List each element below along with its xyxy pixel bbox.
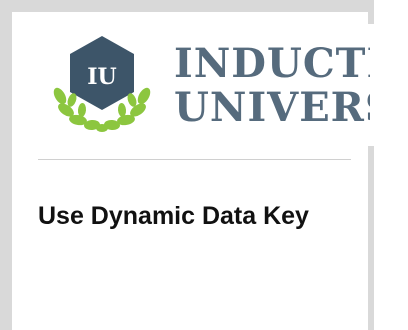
page-title: Use Dynamic Data Key: [38, 202, 309, 230]
frame-border-right-top: [368, 0, 374, 24]
wordmark-line-2: UNIVERSITY: [174, 84, 370, 131]
frame-border-right: [368, 146, 374, 330]
frame-border-top: [0, 0, 374, 12]
frame-border-left: [0, 0, 12, 330]
page-frame: IU INDUCTIVE UNIVERSITY Use Dynamic Data…: [0, 0, 408, 330]
header-divider: [38, 159, 351, 160]
wordmark-line-1: INDUCTIVE: [174, 42, 370, 87]
inductive-university-logo-icon[interactable]: IU: [48, 34, 156, 138]
badge-text: IU: [87, 64, 116, 90]
brand-wordmark: INDUCTIVE UNIVERSITY: [174, 42, 370, 134]
